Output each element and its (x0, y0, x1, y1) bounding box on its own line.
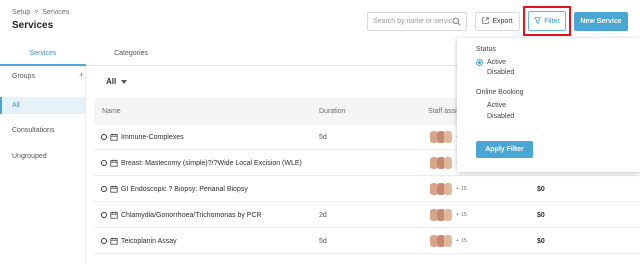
status-option-disabled[interactable]: Disabled (476, 69, 514, 76)
row-status-radio[interactable] (101, 238, 107, 244)
tab-services[interactable]: Services (0, 50, 86, 57)
service-price: $0 (537, 186, 545, 193)
online-active-label: Active (487, 102, 507, 109)
sidebar-item-all[interactable]: All (0, 97, 86, 114)
status-option-active[interactable]: Active (476, 59, 506, 66)
breadcrumb-current: Services (42, 9, 70, 16)
staff-more-count: + 15 (456, 186, 467, 192)
row-status-radio[interactable] (101, 212, 107, 218)
table-row[interactable]: Chlamydia/Gonorrhoea/Trichomonas by PCR 2… (94, 203, 640, 228)
avatar (444, 183, 452, 195)
table-row[interactable]: GI Endoscopic ? Biopsy: Perianal Biopsy +… (94, 177, 640, 202)
service-price: $0 (537, 238, 545, 245)
status-label: Status (476, 46, 496, 53)
avatar (444, 209, 452, 221)
avatar (444, 235, 452, 247)
staff-avatars (430, 183, 452, 195)
service-duration: 5d (319, 238, 327, 245)
export-label: Export (492, 18, 513, 25)
sidebar-item-consultations[interactable]: Consultations (0, 122, 86, 139)
search-icon[interactable] (452, 17, 461, 28)
calendar-icon (110, 133, 118, 143)
staff-avatars (430, 157, 452, 169)
breadcrumb-separator: > (34, 9, 39, 16)
status-active-radio[interactable] (476, 59, 483, 66)
filter-label: Filter (544, 17, 560, 25)
table-row[interactable]: Teicoplanin Assay 5d + 15 $0 (94, 229, 640, 254)
column-duration[interactable]: Duration (319, 108, 345, 115)
filter-icon (534, 16, 542, 26)
service-name[interactable]: Teicoplanin Assay (121, 238, 177, 245)
calendar-icon (110, 237, 118, 247)
groups-sidebar: Groups + All Consultations Ungrouped (0, 66, 86, 264)
chevron-down-icon (121, 77, 128, 86)
service-name[interactable]: Immune-Complexes (121, 134, 184, 141)
row-status-radio[interactable] (101, 160, 107, 166)
staff-more-count: + 15 (456, 238, 467, 244)
service-name[interactable]: Breast: Mastecomy (simple)?/?Wide Local … (121, 160, 302, 167)
online-booking-label: Online Booking (476, 89, 524, 96)
breadcrumb-setup-link[interactable]: Setup (12, 9, 30, 16)
staff-avatars (430, 209, 452, 221)
status-active-label: Active (487, 59, 507, 66)
online-disabled-radio[interactable] (476, 113, 483, 120)
service-duration: 5d (319, 134, 327, 141)
column-name[interactable]: Name (102, 108, 121, 115)
status-disabled-label: Disabled (487, 69, 515, 76)
column-staff[interactable]: Staff assig (428, 108, 461, 115)
online-disabled-label: Disabled (487, 113, 515, 120)
search-box[interactable] (367, 12, 467, 31)
tab-categories[interactable]: Categories (86, 50, 176, 57)
filter-button[interactable]: Filter (528, 11, 566, 31)
avatar (444, 157, 452, 169)
filter-panel: Status Active Disabled Online Booking Ac… (457, 38, 640, 172)
groups-heading: Groups (12, 73, 35, 80)
avatar (444, 131, 452, 143)
apply-filter-button[interactable]: Apply Filter (476, 141, 533, 158)
calendar-icon (110, 185, 118, 195)
status-disabled-radio[interactable] (476, 69, 483, 76)
page-title: Services (12, 20, 54, 31)
add-group-icon[interactable]: + (79, 70, 84, 80)
export-icon (482, 17, 490, 26)
group-select[interactable]: All (106, 77, 128, 86)
service-name[interactable]: Chlamydia/Gonorrhoea/Trichomonas by PCR (121, 212, 262, 219)
online-option-disabled[interactable]: Disabled (476, 113, 514, 120)
new-service-button[interactable]: New Service (574, 12, 628, 31)
export-button[interactable]: Export (475, 12, 520, 31)
staff-avatars (430, 131, 452, 143)
sidebar-item-ungrouped[interactable]: Ungrouped (0, 148, 86, 165)
staff-more-count: + 15 (456, 212, 467, 218)
group-select-value: All (106, 77, 117, 86)
calendar-icon (110, 211, 118, 221)
staff-avatars (430, 235, 452, 247)
service-name[interactable]: GI Endoscopic ? Biopsy: Perianal Biopsy (121, 186, 248, 193)
online-option-active[interactable]: Active (476, 102, 506, 109)
breadcrumb: Setup > Services (12, 9, 69, 16)
calendar-icon (110, 159, 118, 169)
service-price: $0 (537, 212, 545, 219)
row-status-radio[interactable] (101, 134, 107, 140)
row-status-radio[interactable] (101, 186, 107, 192)
online-active-radio[interactable] (476, 102, 483, 109)
search-input[interactable] (373, 18, 455, 25)
service-duration: 2d (319, 212, 327, 219)
